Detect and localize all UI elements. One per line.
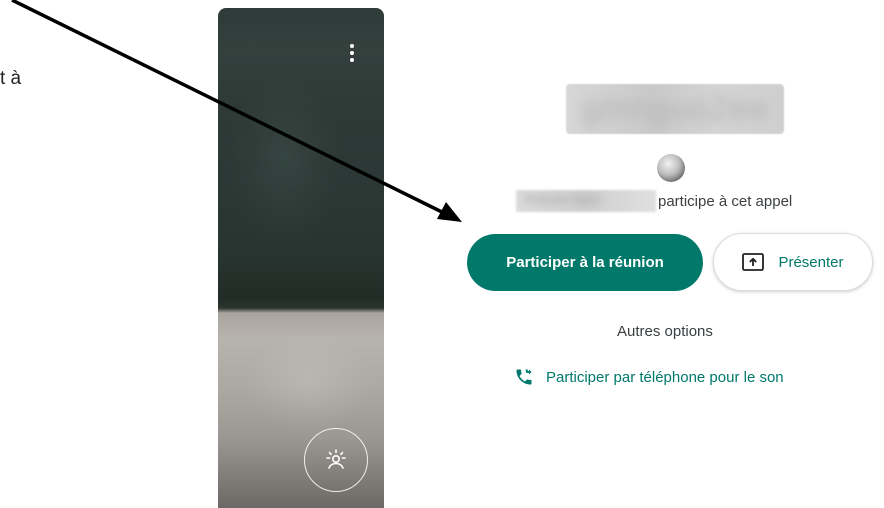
page: t à gmnguo2ee Prénom Nom participe à cet… <box>0 0 884 508</box>
annotation-arrow <box>11 0 462 222</box>
